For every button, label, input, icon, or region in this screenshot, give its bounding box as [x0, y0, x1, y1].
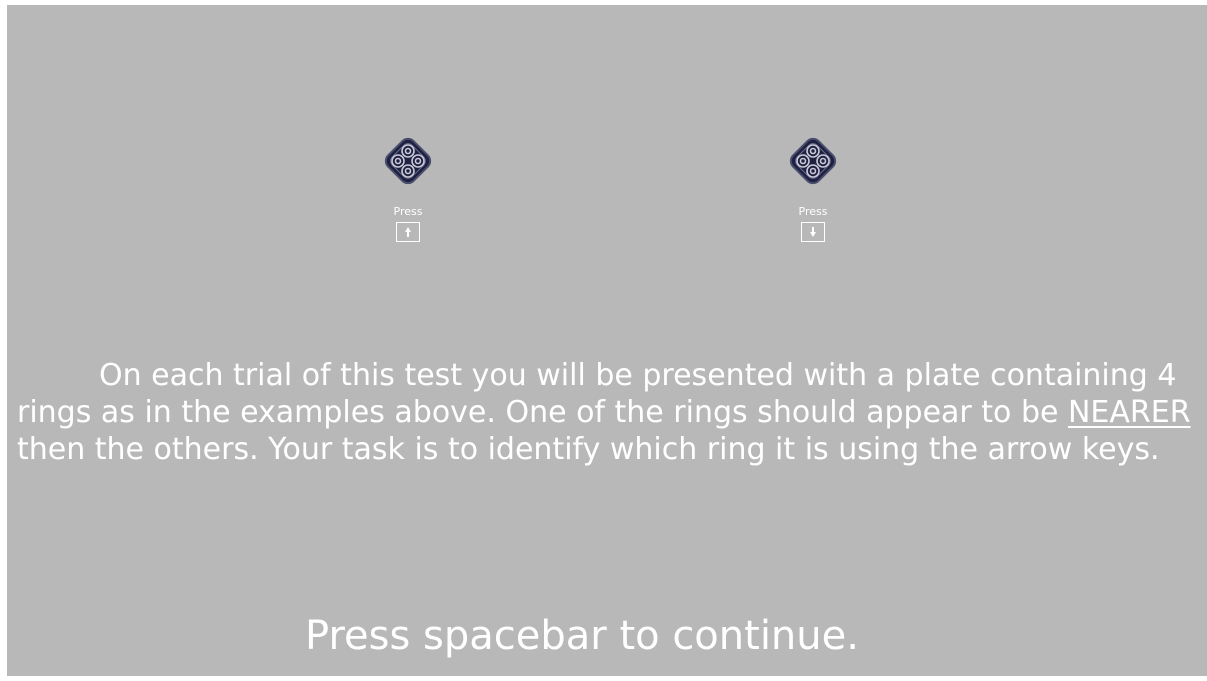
- press-label: Press: [393, 205, 423, 218]
- down-arrow-key: [801, 222, 825, 242]
- arrow-down-icon: [810, 227, 816, 237]
- example-down: Press: [773, 130, 853, 242]
- up-arrow-key: [396, 222, 420, 242]
- plate: [789, 137, 837, 185]
- ring-plate-image: [384, 137, 432, 185]
- instructions-part1: On each trial of this test you will be p…: [17, 358, 1177, 430]
- press-label: Press: [798, 205, 828, 218]
- ring-plate-image: [789, 137, 837, 185]
- plate: [384, 137, 432, 185]
- arrow-up-icon: [405, 227, 411, 237]
- continue-prompt: Press spacebar to continue.: [305, 613, 859, 659]
- instructions-emphasis: NEARER: [1067, 395, 1191, 430]
- example-up: Press: [368, 130, 448, 242]
- instructions-text: On each trial of this test you will be p…: [17, 357, 1202, 468]
- test-screen: Press Press On each trial of this test y…: [7, 5, 1207, 676]
- instructions-part2: then the others. Your task is to identif…: [17, 432, 1160, 467]
